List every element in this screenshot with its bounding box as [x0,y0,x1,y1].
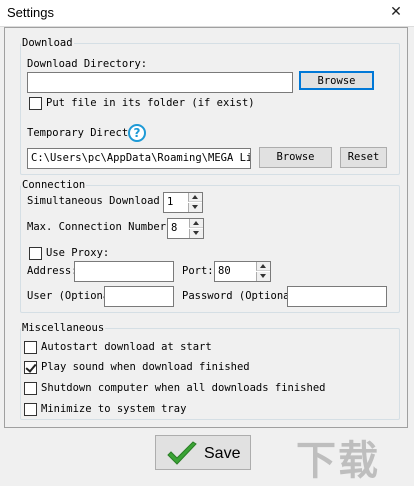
save-label: Save [204,445,241,462]
reset-button[interactable]: Reset [340,147,387,168]
temp-directory-label: Temporary Directo [27,127,128,139]
port-label: Port: [182,265,214,277]
port-value: 80 [218,265,231,277]
download-directory-label: Download Directory: [27,58,148,70]
play-sound-checkbox[interactable] [24,361,37,374]
simultaneous-download-label: Simultaneous Download [27,195,160,207]
max-connection-stepper[interactable]: 8 [167,218,204,239]
save-button[interactable]: Save [155,435,251,470]
help-icon[interactable]: ? [128,124,146,142]
close-icon[interactable]: ✕ [384,2,408,22]
address-label: Address: [27,265,78,277]
shutdown-checkbox[interactable] [24,382,37,395]
download-legend: Download [22,37,73,49]
max-connection-value: 8 [171,222,178,234]
stepper-down-arrow[interactable] [256,272,270,281]
stepper-up-arrow[interactable] [256,262,270,271]
user-label: User (Optiona [27,290,104,302]
port-stepper[interactable]: 80 [214,261,271,282]
stepper-up-arrow[interactable] [188,193,202,202]
connection-legend: Connection [22,179,86,191]
download-browse-button[interactable]: Browse [299,71,374,90]
simultaneous-download-stepper[interactable]: 1 [163,192,203,213]
put-in-folder-label: Put file in its folder (if exist) [46,97,255,109]
misc-legend: Miscellaneous [22,322,105,334]
play-sound-label: Play sound when download finished [41,361,250,373]
shutdown-label: Shutdown computer when all downloads fin… [41,382,326,394]
simultaneous-download-value: 1 [167,196,174,208]
minimize-checkbox[interactable] [24,403,37,416]
put-in-folder-checkbox[interactable] [29,97,42,110]
stepper-down-arrow[interactable] [188,203,202,212]
watermark-logo: 下载 [296,438,380,484]
use-proxy-label: Use Proxy: [46,247,110,259]
title-bar [0,0,414,27]
address-input[interactable] [74,261,174,282]
download-directory-input[interactable] [27,72,293,93]
password-input[interactable] [287,286,387,307]
stepper-up-arrow[interactable] [189,219,203,228]
temp-browse-button[interactable]: Browse [259,147,332,168]
max-connection-label: Max. Connection Numbers [27,221,173,233]
temp-directory-input[interactable]: C:\Users\pc\AppData\Roaming\MEGA Lin [27,148,251,169]
autostart-checkbox[interactable] [24,341,37,354]
autostart-label: Autostart download at start [41,341,212,353]
stepper-down-arrow[interactable] [189,229,203,238]
window-title: Settings [7,5,54,20]
green-check-icon [167,441,197,465]
use-proxy-checkbox[interactable] [29,247,42,260]
user-input[interactable] [104,286,174,307]
minimize-label: Minimize to system tray [41,403,187,415]
password-label: Password (Optional [182,290,287,302]
